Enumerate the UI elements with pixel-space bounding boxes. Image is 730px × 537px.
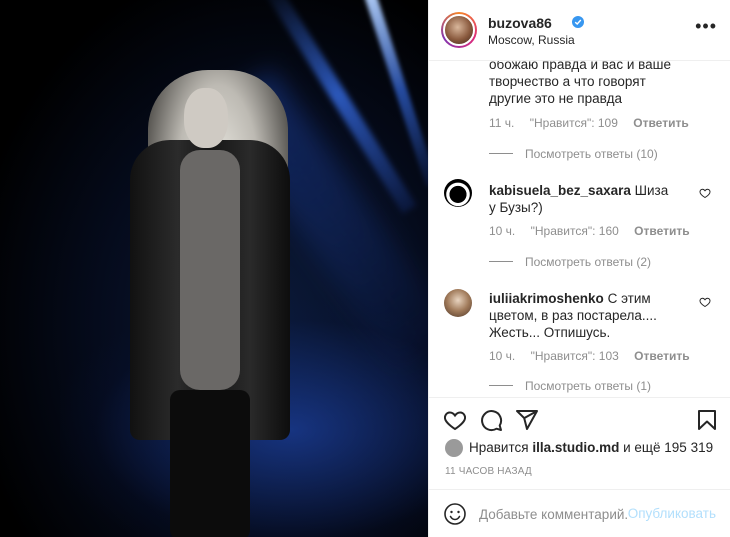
post-location[interactable]: Moscow, Russia <box>488 33 575 47</box>
view-replies-line <box>489 385 513 386</box>
comment-text: iuliiakrimoshenko С этим цветом, в раз п… <box>489 291 657 340</box>
reply-button[interactable]: Ответить <box>633 116 688 130</box>
comment-author-avatar[interactable] <box>444 289 472 317</box>
post-photo[interactable] <box>0 0 428 537</box>
liker-avatar[interactable] <box>445 439 463 457</box>
comment-input[interactable] <box>479 504 627 524</box>
view-replies-line <box>489 261 513 262</box>
comment-text: обожаю правда и вас и ваше творчество а … <box>489 61 671 106</box>
verified-badge-icon <box>572 16 584 28</box>
comment-likes[interactable]: "Нравится": 103 <box>531 349 619 363</box>
view-replies-button[interactable]: Посмотреть ответы (1) <box>525 379 651 393</box>
comment-meta: 11 ч. "Нравится": 109 Ответить <box>489 116 701 130</box>
comment-bubble-icon[interactable] <box>479 408 503 432</box>
person-figure <box>130 70 300 537</box>
post-side-panel: buzova86 Moscow, Russia ••• обожаю правд… <box>428 0 730 537</box>
view-replies-button[interactable]: Посмотреть ответы (2) <box>525 255 651 269</box>
reply-button[interactable]: Ответить <box>634 224 689 238</box>
post-header: buzova86 Moscow, Russia ••• <box>429 0 730 61</box>
post-actions-bar <box>429 397 730 443</box>
comment-text: kabisuela_bez_saxara Шиза у Бузы?) <box>489 183 669 215</box>
like-heart-icon[interactable] <box>443 408 467 432</box>
comment-time[interactable]: 10 ч. <box>489 349 515 363</box>
comment-time[interactable]: 11 ч. <box>489 116 514 130</box>
comment-likes[interactable]: "Нравится": 160 <box>531 224 619 238</box>
view-replies-line <box>489 153 513 154</box>
likes-summary: Нравится illa.studio.md и ещё 195 319 <box>469 440 714 455</box>
more-options-icon[interactable]: ••• <box>695 17 717 35</box>
view-replies-button[interactable]: Посмотреть ответы (10) <box>525 147 658 161</box>
comment-meta: 10 ч. "Нравится": 103 Ответить <box>489 349 702 363</box>
comment-author-avatar[interactable] <box>444 179 472 207</box>
comment-likes[interactable]: "Нравится": 109 <box>530 116 618 130</box>
comment-like-heart-icon[interactable] <box>699 296 711 308</box>
post-timestamp[interactable]: 11 ЧАСОВ НАЗАД <box>445 466 532 477</box>
reply-button[interactable]: Ответить <box>634 349 689 363</box>
add-comment-bar: Опубликовать <box>429 489 730 537</box>
share-send-icon[interactable] <box>515 408 539 432</box>
post-author-username[interactable]: buzova86 <box>488 15 552 31</box>
comment-like-heart-icon[interactable] <box>699 187 711 199</box>
publish-button[interactable]: Опубликовать <box>628 506 716 521</box>
comment-meta: 10 ч. "Нравится": 160 Ответить <box>489 224 702 238</box>
liker-username[interactable]: illa.studio.md <box>532 440 619 455</box>
comment-author[interactable]: kabisuela_bez_saxara <box>489 183 631 198</box>
comment-author[interactable]: iuliiakrimoshenko <box>489 291 604 306</box>
comments-list: обожаю правда и вас и ваше творчество а … <box>429 61 730 397</box>
emoji-icon[interactable] <box>443 502 467 526</box>
comment-time[interactable]: 10 ч. <box>489 224 515 238</box>
bookmark-save-icon[interactable] <box>695 408 719 432</box>
avatar[interactable] <box>441 12 477 48</box>
